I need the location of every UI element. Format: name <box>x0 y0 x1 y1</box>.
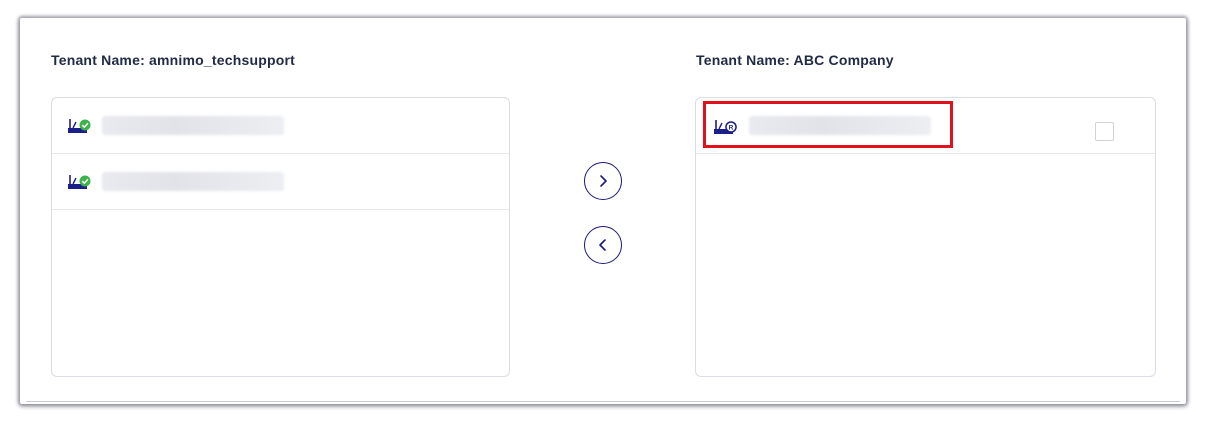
right-device-list: R <box>695 97 1156 377</box>
list-item[interactable] <box>52 98 509 154</box>
left-device-list <box>51 97 510 377</box>
router-online-icon <box>68 119 91 133</box>
list-item[interactable] <box>52 154 509 210</box>
device-name <box>749 116 931 135</box>
svg-text:R: R <box>729 125 734 132</box>
move-left-button[interactable] <box>584 226 622 264</box>
move-right-button[interactable] <box>584 162 622 200</box>
router-registered-icon: R <box>714 120 737 134</box>
select-checkbox[interactable] <box>1095 122 1114 141</box>
chevron-right-icon <box>600 175 607 187</box>
left-tenant-title: Tenant Name: amnimo_techsupport <box>51 52 295 68</box>
router-online-icon <box>68 175 91 189</box>
device-name <box>102 116 284 135</box>
transfer-dialog: Tenant Name: amnimo_techsupport Tenant N… <box>20 18 1186 404</box>
list-item[interactable]: R <box>696 98 1155 154</box>
right-tenant-title: Tenant Name: ABC Company <box>696 52 894 68</box>
device-name <box>102 172 284 191</box>
divider <box>26 401 1180 402</box>
chevron-left-icon <box>599 239 606 251</box>
